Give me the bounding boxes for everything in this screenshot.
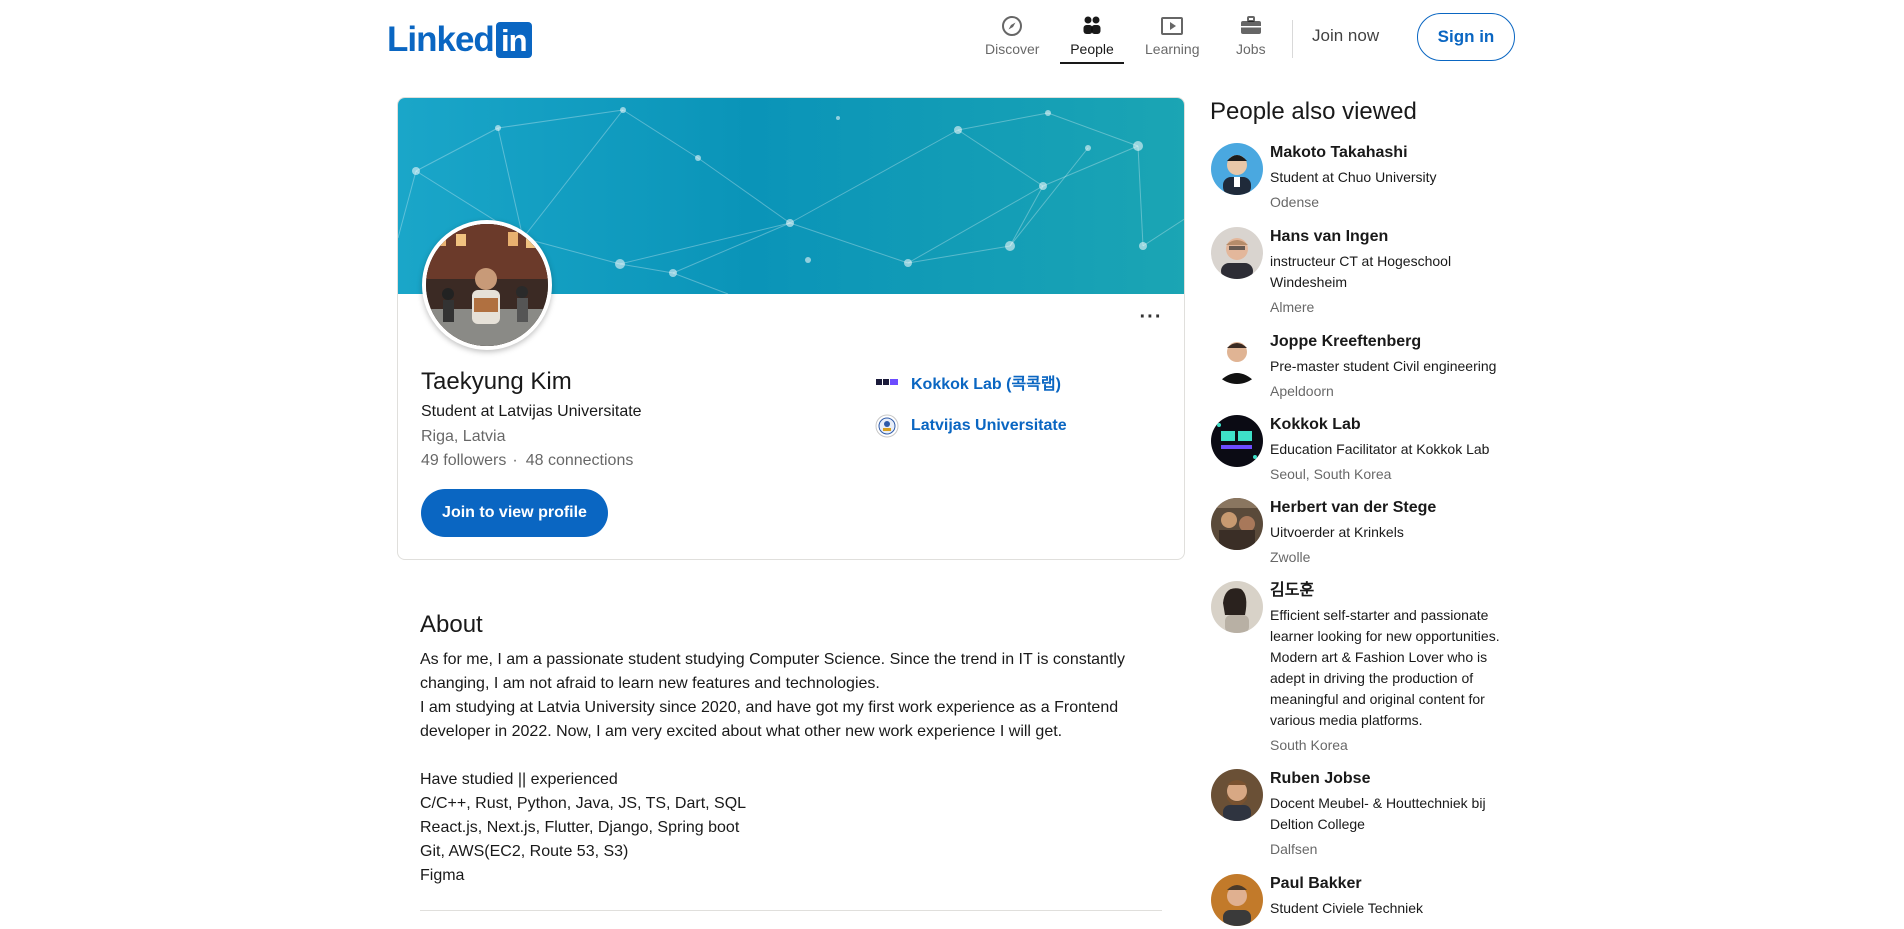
person-name[interactable]: Makoto Takahashi: [1270, 143, 1510, 163]
more-options-button[interactable]: ···: [1136, 304, 1166, 330]
nav-people[interactable]: People: [1060, 14, 1124, 64]
nav-label: Learning: [1145, 41, 1200, 57]
person-name[interactable]: Ruben Jobse: [1270, 769, 1510, 789]
person-location: South Korea: [1270, 737, 1348, 753]
learning-icon: [1161, 17, 1184, 35]
profile-photo: [426, 224, 548, 346]
separator-dot: ·: [512, 452, 518, 469]
person-name[interactable]: Hans van Ingen: [1270, 227, 1510, 247]
person-location: Zwolle: [1270, 549, 1311, 565]
nav-discover[interactable]: Discover: [985, 14, 1039, 62]
nav-jobs[interactable]: Jobs: [1236, 14, 1266, 62]
connections-count: 48 connections: [525, 452, 634, 469]
profile-name: Taekyung Kim: [421, 368, 572, 395]
about-section-title: About: [420, 611, 483, 638]
top-navigation-bar: Linked in Discover People Learning Jobs …: [0, 0, 1904, 76]
sign-in-button[interactable]: Sign in: [1417, 13, 1515, 61]
avatar: [1211, 415, 1263, 467]
person-location: Apeldoorn: [1270, 383, 1334, 399]
avatar: [1211, 143, 1263, 195]
avatar: [1211, 581, 1263, 633]
person-name[interactable]: Herbert van der Stege: [1270, 498, 1510, 518]
followers-count: 49 followers: [421, 452, 507, 469]
person-name[interactable]: 김도훈: [1270, 581, 1510, 601]
logo-box: in: [495, 22, 532, 58]
join-now-link[interactable]: Join now: [1312, 26, 1379, 46]
person-name[interactable]: Paul Bakker: [1270, 874, 1510, 894]
person-name[interactable]: Joppe Kreeftenberg: [1270, 332, 1510, 352]
person-location: Dalfsen: [1270, 841, 1318, 857]
about-section-text: As for me, I am a passionate student stu…: [420, 651, 1125, 884]
people-icon: [1083, 16, 1101, 34]
nav-label: Jobs: [1236, 41, 1266, 57]
nav-learning[interactable]: Learning: [1145, 14, 1200, 62]
kokkok-lab-logo-icon: [875, 370, 899, 394]
person-headline: Docent Meubel- & Houttechniek bij Deltio…: [1270, 795, 1486, 832]
org-name: Kokkok Lab (콕콕랩): [911, 376, 1061, 393]
person-headline: Pre-master student Civil engineering: [1270, 358, 1497, 374]
linkedin-logo[interactable]: Linked in: [387, 20, 532, 60]
person-headline: Student at Chuo University: [1270, 169, 1437, 185]
briefcase-icon: [1240, 16, 1261, 34]
avatar: [1211, 498, 1263, 550]
nav-divider: [1292, 20, 1293, 58]
section-divider: [420, 910, 1162, 911]
avatar: [1211, 227, 1263, 279]
profile-card: ··· Taekyung Kim Student at Latvijas Uni…: [397, 97, 1185, 560]
person-headline: Student Civiele Techniek: [1270, 900, 1424, 916]
org-name: Latvijas Universitate: [911, 417, 1067, 434]
org-kokkok-lab[interactable]: Kokkok Lab (콕콕랩): [875, 370, 1061, 394]
org-latvijas-universitate[interactable]: Latvijas Universitate: [875, 414, 1067, 438]
compass-icon: [1002, 16, 1023, 36]
person-headline: Efficient self-starter and passionate le…: [1270, 607, 1500, 728]
join-to-view-profile-button[interactable]: Join to view profile: [421, 489, 608, 537]
people-also-viewed-title: People also viewed: [1210, 98, 1417, 125]
person-headline: Education Facilitator at Kokkok Lab: [1270, 441, 1490, 457]
person-location: Odense: [1270, 194, 1320, 210]
profile-location: Riga, Latvia: [421, 428, 506, 445]
profile-stats: 49 followers · 48 connections: [421, 452, 633, 470]
avatar: [1211, 769, 1263, 821]
nav-label: People: [1070, 41, 1114, 57]
avatar: [1211, 332, 1263, 384]
nav-label: Discover: [985, 41, 1040, 57]
person-headline: instructeur CT at Hogeschool Windesheim: [1270, 253, 1452, 290]
person-location: Almere: [1270, 299, 1315, 315]
person-location: Seoul, South Korea: [1270, 466, 1392, 482]
logo-text: Linked: [387, 20, 495, 59]
person-headline: Uitvoerder at Krinkels: [1270, 524, 1404, 540]
profile-headline: Student at Latvijas Universitate: [421, 403, 642, 420]
profile-avatar: [422, 220, 552, 350]
person-name[interactable]: Kokkok Lab: [1270, 415, 1510, 435]
latvijas-universitate-logo-icon: [875, 414, 899, 438]
avatar: [1211, 874, 1263, 926]
